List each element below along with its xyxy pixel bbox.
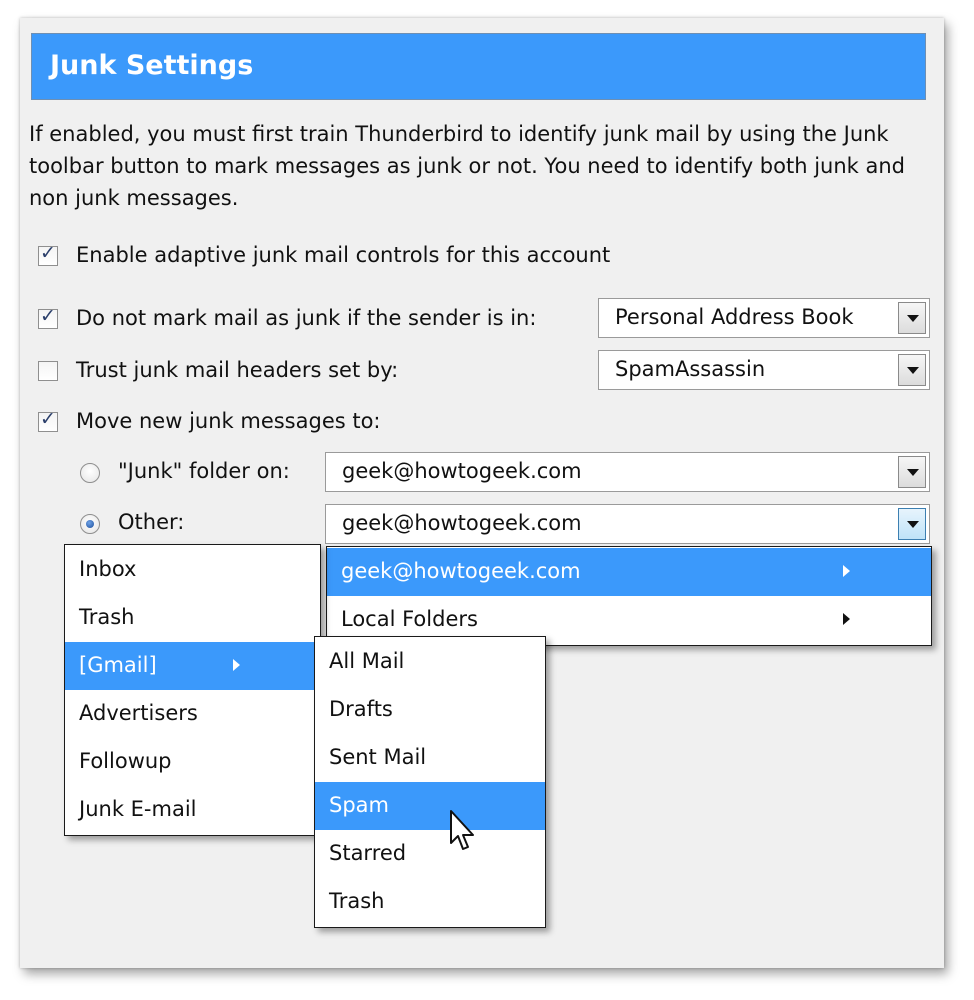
menu-item-spam[interactable]: Spam bbox=[315, 782, 545, 830]
submenu-arrow-icon bbox=[843, 613, 850, 625]
menu-item-drafts[interactable]: Drafts bbox=[315, 686, 545, 734]
radio-dot-icon bbox=[86, 520, 94, 528]
trust-headers-checkbox[interactable] bbox=[38, 361, 58, 381]
junk-folder-account-select[interactable]: geek@howtogeek.com bbox=[325, 452, 930, 492]
menu-item-all-mail[interactable]: All Mail bbox=[315, 638, 545, 686]
submenu-arrow-icon bbox=[843, 565, 850, 577]
checkmark-icon: ✓ bbox=[40, 305, 56, 327]
enable-adaptive-checkbox[interactable]: ✓ bbox=[38, 242, 58, 266]
address-book-value: Personal Address Book bbox=[615, 305, 854, 329]
section-title: Junk Settings bbox=[50, 50, 254, 81]
other-folder-select[interactable]: geek@howtogeek.com bbox=[325, 504, 930, 544]
do-not-mark-checkbox[interactable]: ✓ bbox=[38, 305, 58, 329]
menu-item-trash[interactable]: Trash bbox=[65, 594, 320, 642]
chevron-down-icon bbox=[907, 315, 919, 322]
description-text: If enabled, you must first train Thunder… bbox=[29, 122, 906, 210]
other-folder-value: geek@howtogeek.com bbox=[342, 511, 582, 535]
spam-filter-select[interactable]: SpamAssassin bbox=[598, 350, 930, 390]
junk-folder-dropdown-button[interactable] bbox=[898, 456, 926, 488]
move-junk-checkbox[interactable]: ✓ bbox=[38, 408, 58, 432]
menu-item-inbox[interactable]: Inbox bbox=[65, 546, 320, 594]
submenu-arrow-icon bbox=[233, 659, 240, 671]
menu-item-gmail-trash[interactable]: Trash bbox=[315, 878, 545, 926]
junk-folder-account-value: geek@howtogeek.com bbox=[342, 459, 582, 483]
checkmark-icon: ✓ bbox=[40, 242, 56, 264]
menu-item-geek-account[interactable]: geek@howtogeek.com bbox=[327, 548, 931, 596]
chevron-down-icon bbox=[907, 469, 919, 476]
menu-item-followup[interactable]: Followup bbox=[65, 738, 320, 786]
menu-item-sent-mail[interactable]: Sent Mail bbox=[315, 734, 545, 782]
enable-adaptive-label: Enable adaptive junk mail controls for t… bbox=[76, 243, 611, 267]
junk-folder-label: "Junk" folder on: bbox=[118, 459, 290, 483]
trust-headers-label: Trust junk mail headers set by: bbox=[76, 358, 399, 382]
other-folder-label: Other: bbox=[118, 510, 185, 534]
menu-item-starred[interactable]: Starred bbox=[315, 830, 545, 878]
move-junk-label: Move new junk messages to: bbox=[76, 409, 381, 433]
spam-filter-dropdown-button[interactable] bbox=[898, 354, 926, 386]
chevron-down-icon bbox=[907, 367, 919, 374]
menu-item-advertisers[interactable]: Advertisers bbox=[65, 690, 320, 738]
gmail-submenu: All Mail Drafts Sent Mail Spam Starred T… bbox=[314, 636, 546, 928]
mouse-cursor-icon bbox=[450, 810, 474, 850]
address-book-select[interactable]: Personal Address Book bbox=[598, 298, 930, 338]
address-book-dropdown-button[interactable] bbox=[898, 302, 926, 334]
folder-menu: Inbox Trash [Gmail] Advertisers Followup… bbox=[64, 544, 321, 836]
other-folder-radio[interactable] bbox=[80, 514, 100, 534]
menu-item-junk-email[interactable]: Junk E-mail bbox=[65, 786, 320, 834]
do-not-mark-label: Do not mark mail as junk if the sender i… bbox=[76, 306, 537, 330]
account-menu: geek@howtogeek.com Local Folders bbox=[326, 546, 932, 646]
junk-folder-radio[interactable] bbox=[80, 463, 100, 483]
spam-filter-value: SpamAssassin bbox=[615, 357, 766, 381]
section-header: Junk Settings bbox=[31, 33, 926, 100]
menu-item-gmail[interactable]: [Gmail] bbox=[65, 642, 320, 690]
chevron-down-icon bbox=[907, 521, 919, 528]
checkmark-icon: ✓ bbox=[40, 408, 56, 430]
other-folder-dropdown-button[interactable] bbox=[898, 508, 926, 540]
